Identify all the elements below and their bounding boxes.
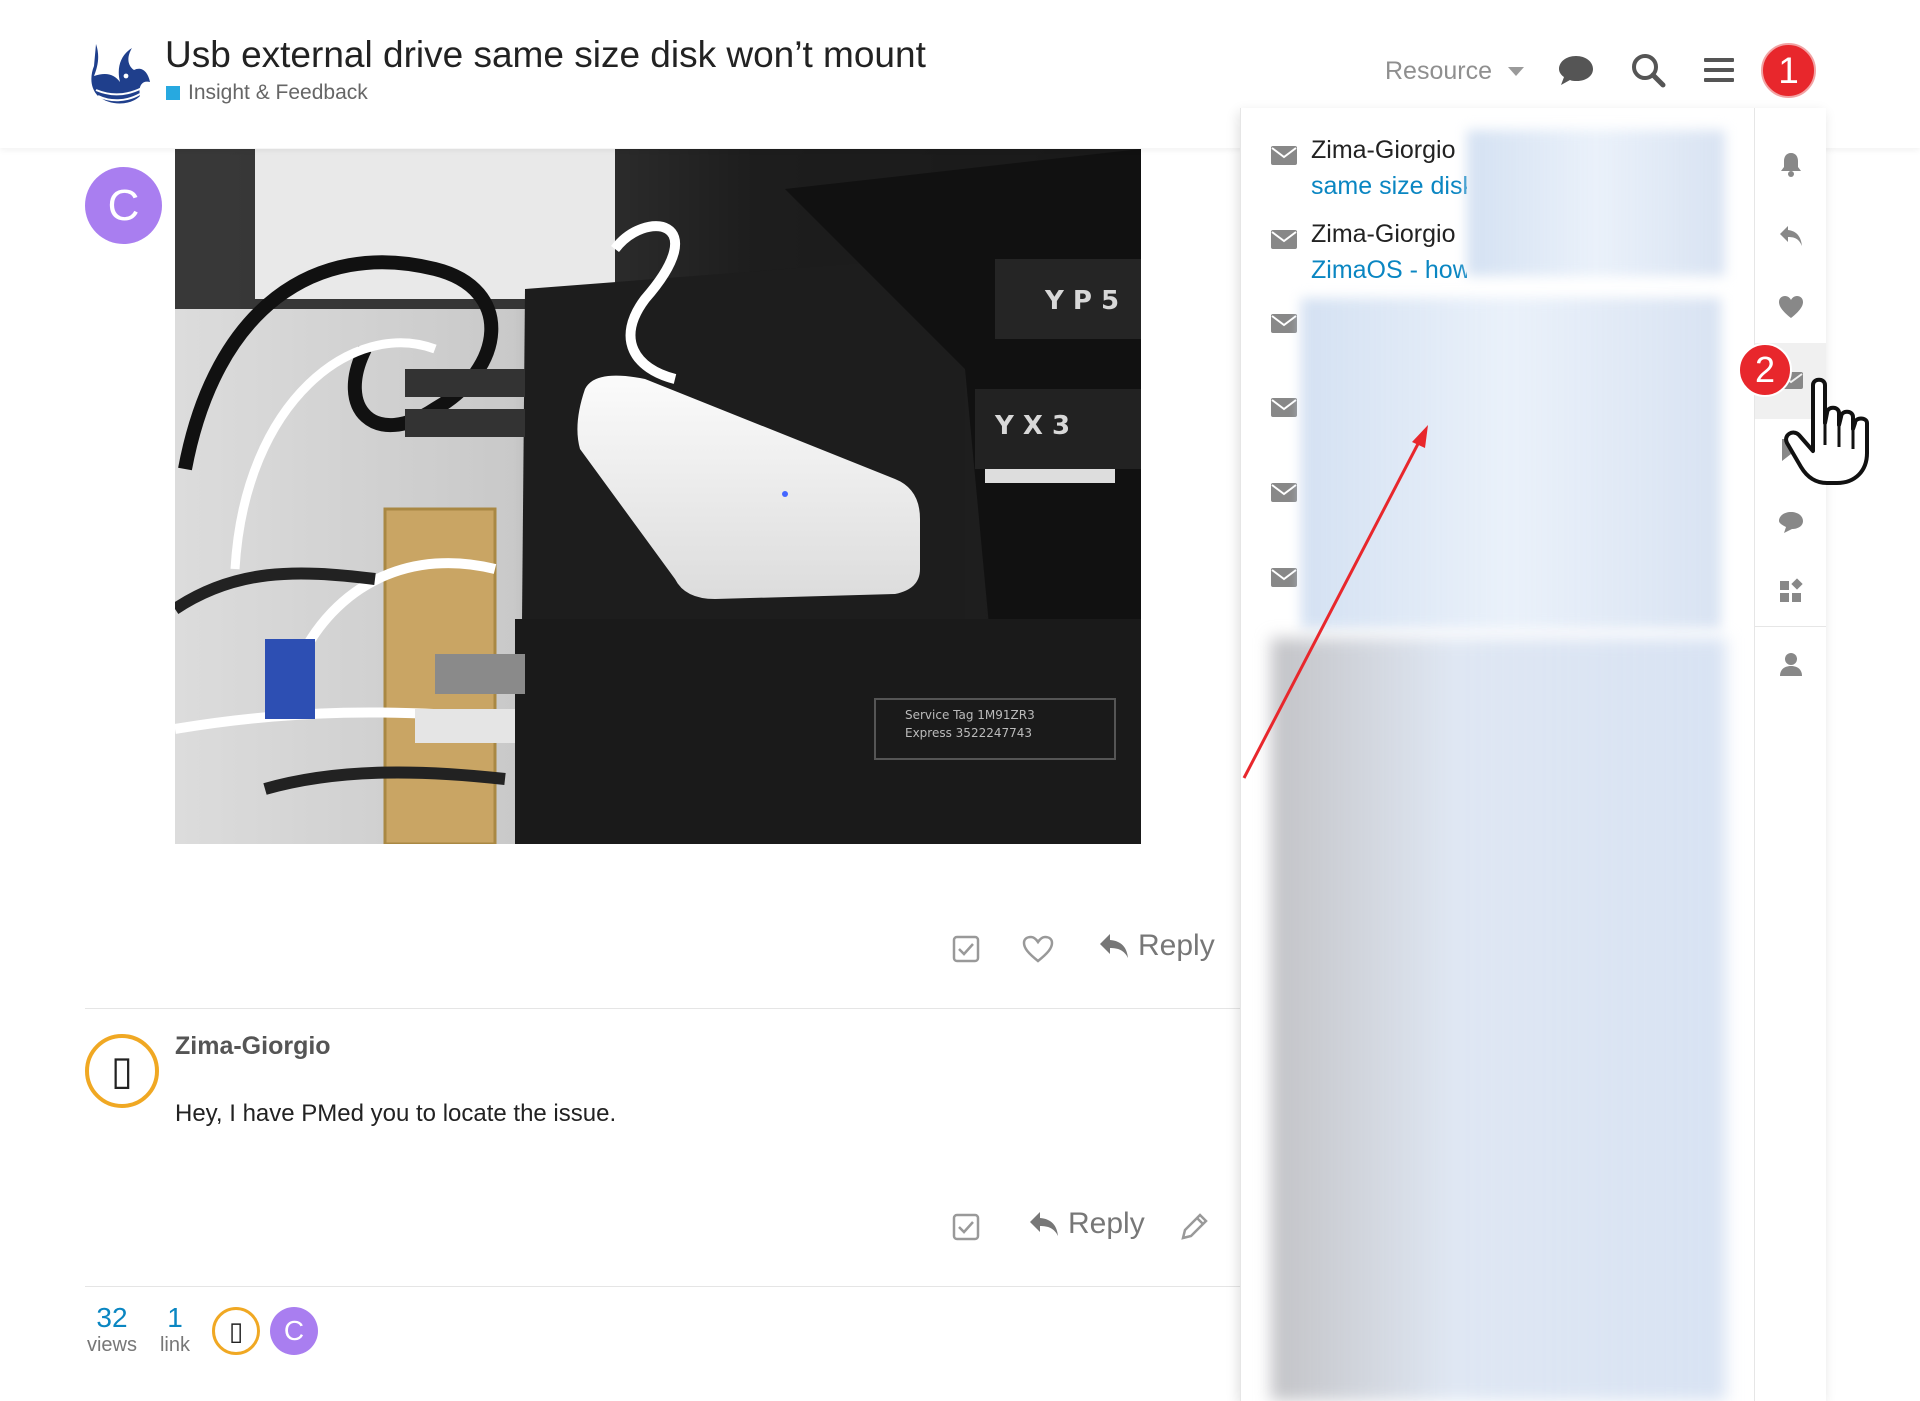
redacted-region xyxy=(1301,298,1721,628)
chevron-down-icon xyxy=(1508,67,1524,76)
hamburger-menu-icon[interactable] xyxy=(1699,50,1739,90)
post-body: Hey, I have PMed you to locate the issue… xyxy=(175,1100,617,1127)
reply-arrow-icon xyxy=(1030,1212,1058,1236)
message-subject: same size disk xyxy=(1311,172,1467,200)
message-sender: Zima-Giorgio xyxy=(1311,136,1456,164)
chat-icon[interactable] xyxy=(1777,508,1805,536)
views-label: views xyxy=(86,1334,137,1356)
like-heart-icon[interactable] xyxy=(1022,935,1054,963)
post-divider xyxy=(85,1008,1243,1009)
svg-text:Y P 5: Y P 5 xyxy=(1044,286,1119,316)
apps-icon[interactable] xyxy=(1777,578,1805,606)
envelope-icon xyxy=(1271,314,1297,333)
post2-reply-button[interactable]: Reply xyxy=(1028,1207,1145,1241)
user-notification-badge[interactable]: 1 xyxy=(1761,43,1816,98)
menu-separator xyxy=(1755,626,1826,627)
envelope-icon xyxy=(1271,146,1297,165)
svg-text:Service Tag 1M91ZR3: Service Tag 1M91ZR3 xyxy=(905,708,1035,722)
solution-checkbox-icon[interactable] xyxy=(952,1213,980,1241)
avatar[interactable]: C xyxy=(85,167,162,244)
user-menu-tabs xyxy=(1754,108,1826,1401)
bell-icon[interactable] xyxy=(1777,150,1805,178)
user-menu-panel: Zima-Giorgio same size disk Zima-Giorgio… xyxy=(1240,108,1826,1401)
category-badge[interactable]: Insight & Feedback xyxy=(166,81,368,105)
search-icon[interactable] xyxy=(1628,50,1668,90)
views-stat: 32 views xyxy=(84,1302,140,1357)
envelope-icon xyxy=(1271,568,1297,587)
post-divider xyxy=(85,1286,1243,1287)
links-label: link xyxy=(159,1334,190,1356)
message-sender: Zima-Giorgio xyxy=(1311,220,1456,248)
category-label: Insight & Feedback xyxy=(188,81,368,104)
redacted-region xyxy=(1467,130,1725,276)
svg-text:Express 3522247743: Express 3522247743 xyxy=(905,726,1032,740)
avatar[interactable]: ▯ xyxy=(85,1034,159,1108)
post-photo-graphic: Y P 5 Y X 3 Service Tag 1M91ZR3 Express … xyxy=(175,149,1141,844)
user-icon[interactable] xyxy=(1777,650,1805,678)
envelope-icon xyxy=(1271,483,1297,502)
envelope-icon xyxy=(1271,398,1297,417)
heart-icon[interactable] xyxy=(1777,293,1805,321)
participant-avatar[interactable]: C xyxy=(270,1307,318,1355)
reply-arrow-icon xyxy=(1100,934,1128,958)
views-count: 32 xyxy=(96,1302,128,1333)
solution-checkbox-icon[interactable] xyxy=(952,935,980,963)
site-logo-icon[interactable] xyxy=(86,36,152,108)
message-subject: ZimaOS - how xyxy=(1311,256,1467,284)
edit-pencil-icon[interactable] xyxy=(1178,1211,1210,1243)
participant-avatar[interactable]: ▯ xyxy=(212,1307,260,1355)
resource-label: Resource xyxy=(1385,57,1492,85)
envelope-icon xyxy=(1271,230,1297,249)
post1-reply-button[interactable]: Reply xyxy=(1098,929,1215,963)
reply-icon[interactable] xyxy=(1777,222,1805,250)
category-color-swatch xyxy=(166,86,180,100)
links-count: 1 xyxy=(167,1302,183,1333)
pointer-hand-icon xyxy=(1784,377,1869,485)
post-image[interactable]: Y P 5 Y X 3 Service Tag 1M91ZR3 Express … xyxy=(175,149,1141,844)
resource-dropdown[interactable]: Resource xyxy=(1385,57,1524,86)
post-username[interactable]: Zima-Giorgio xyxy=(175,1032,331,1061)
links-stat[interactable]: 1 link xyxy=(156,1302,194,1357)
reply-label: Reply xyxy=(1068,1207,1145,1240)
chat-icon[interactable] xyxy=(1556,50,1596,90)
redacted-region xyxy=(1271,638,1726,1401)
topic-title[interactable]: Usb external drive same size disk won’t … xyxy=(165,34,926,76)
svg-text:Y X 3: Y X 3 xyxy=(994,411,1070,441)
reply-label: Reply xyxy=(1138,929,1215,962)
